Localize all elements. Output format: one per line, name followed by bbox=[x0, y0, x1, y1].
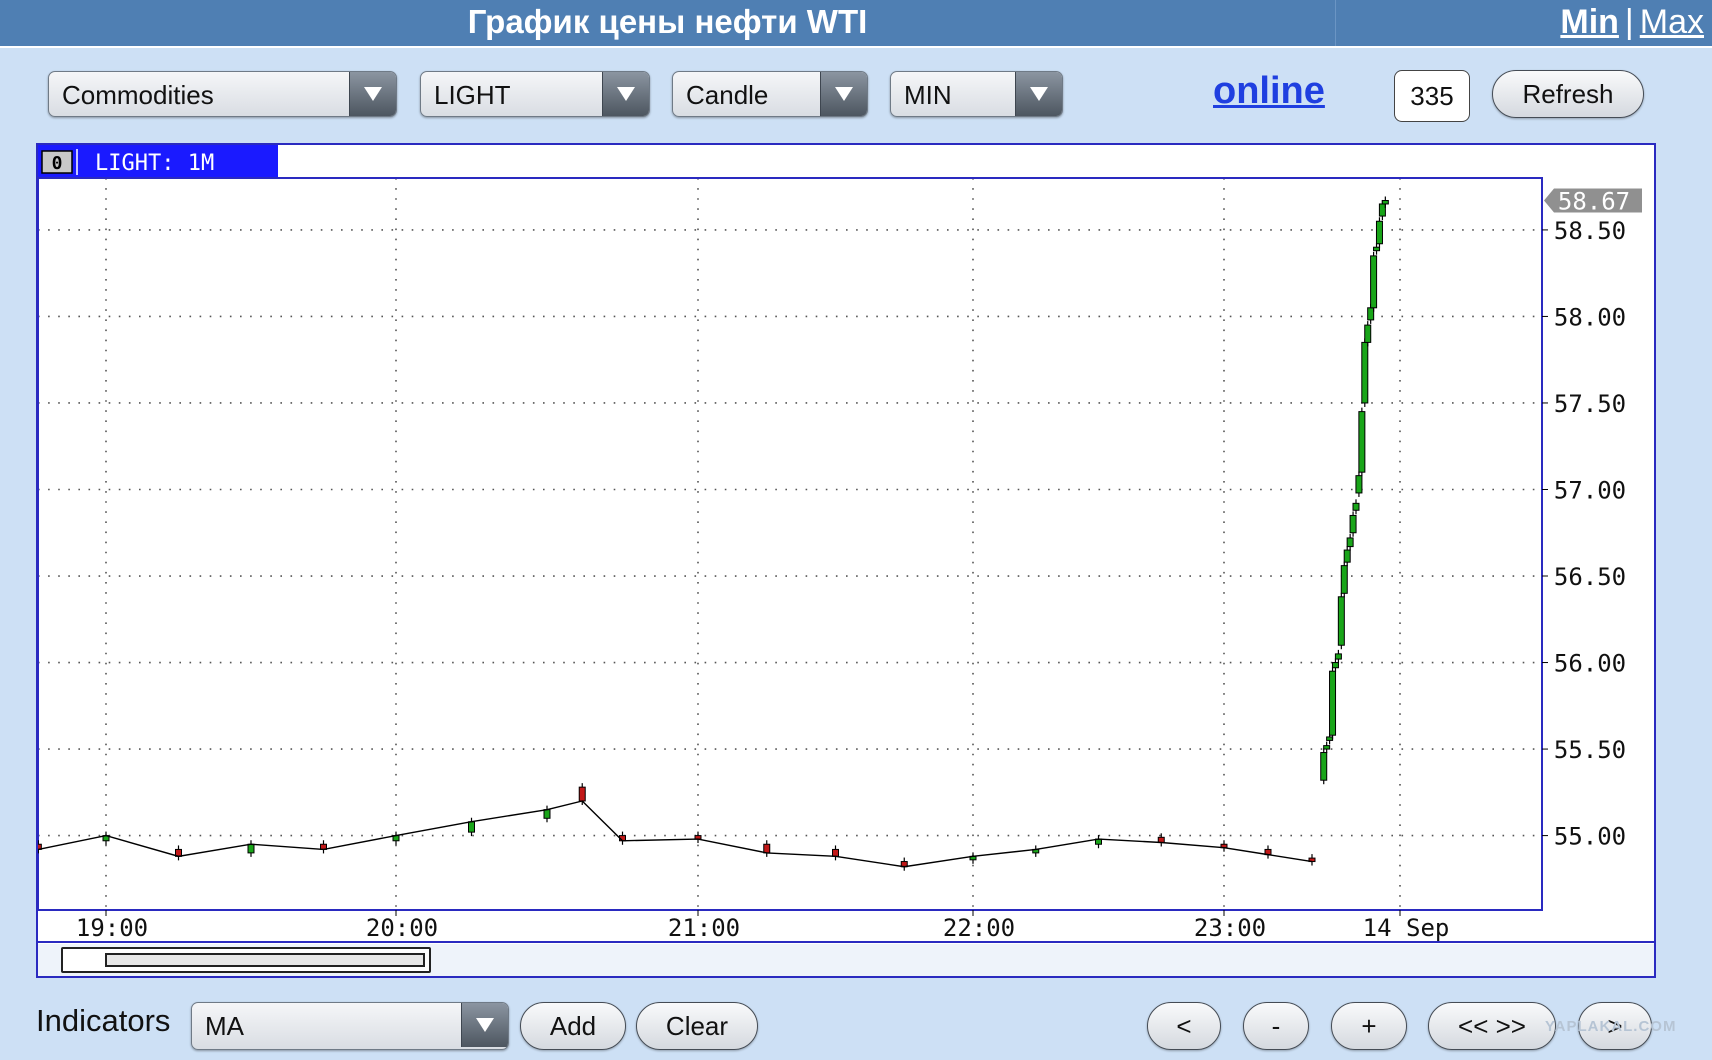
candle-body bbox=[1358, 411, 1366, 473]
x-tick-label: 14 Sep bbox=[1363, 914, 1450, 942]
interval-select[interactable]: MIN bbox=[890, 71, 1063, 117]
candle-body bbox=[1352, 502, 1360, 511]
x-tick-label: 22:00 bbox=[943, 914, 1015, 942]
plot-area-border bbox=[38, 177, 1543, 911]
x-tick-label: 20:00 bbox=[366, 914, 438, 942]
chart-header-icon-text: 0 bbox=[52, 153, 63, 174]
bar-count-input[interactable]: 335 bbox=[1394, 70, 1470, 122]
y-tick-label: 56.50 bbox=[1554, 563, 1626, 591]
jump-button[interactable]: << >> bbox=[1428, 1002, 1556, 1050]
candle-body bbox=[832, 848, 839, 857]
candle-body bbox=[1373, 246, 1381, 252]
page-title: График цены нефти WTI bbox=[467, 3, 868, 40]
min-link[interactable]: Min bbox=[1560, 3, 1619, 41]
y-tick-label: 58.50 bbox=[1554, 217, 1626, 245]
candle-body bbox=[578, 786, 586, 802]
symbol-select-value: LIGHT bbox=[434, 80, 511, 110]
chevron-down-icon[interactable] bbox=[1015, 72, 1062, 116]
candles bbox=[38, 196, 1389, 871]
y-tick-label: 56.00 bbox=[1554, 650, 1626, 678]
indicator-select-value: MA bbox=[205, 1011, 244, 1041]
candle-body bbox=[1337, 596, 1345, 646]
candle-body bbox=[1343, 549, 1351, 563]
title-divider bbox=[1335, 0, 1336, 46]
candle-body bbox=[1346, 537, 1354, 548]
candle-body bbox=[1381, 199, 1389, 205]
candle-body bbox=[247, 843, 255, 854]
candle-body bbox=[1331, 662, 1339, 669]
x-tick-label: 19:00 bbox=[76, 914, 148, 942]
y-tick-label: 55.50 bbox=[1554, 736, 1626, 764]
candle-body bbox=[1340, 565, 1348, 594]
candle-body bbox=[1334, 653, 1342, 660]
candle-body bbox=[1355, 475, 1363, 494]
chart-scrollbar[interactable] bbox=[61, 947, 431, 973]
chart-header: 0 LIGHT: 1M bbox=[38, 145, 1542, 179]
watermark: YAPLAKAL.COM bbox=[1545, 1018, 1677, 1035]
candle-body bbox=[1378, 203, 1386, 217]
zoom-in-button[interactable]: + bbox=[1331, 1002, 1407, 1050]
scroll-left-button[interactable]: < bbox=[1147, 1002, 1221, 1050]
last-price-label: 58.67 bbox=[1558, 187, 1630, 215]
y-tick-label: 57.50 bbox=[1554, 390, 1626, 418]
clear-indicators-button[interactable]: Clear bbox=[636, 1002, 758, 1050]
x-tick-label: 21:00 bbox=[668, 914, 740, 942]
candle-body bbox=[1375, 220, 1383, 245]
online-link[interactable]: online bbox=[1213, 70, 1325, 113]
y-tick-label: 57.00 bbox=[1554, 476, 1626, 504]
candle-body bbox=[1370, 255, 1378, 309]
candle-body bbox=[1320, 752, 1328, 781]
candle-body bbox=[763, 843, 771, 854]
chevron-down-icon[interactable] bbox=[349, 72, 396, 116]
price-trace bbox=[38, 800, 1313, 868]
candle-body bbox=[1326, 736, 1334, 741]
indicators-label: Indicators bbox=[36, 1003, 171, 1038]
chart-grid bbox=[38, 178, 1542, 910]
candle-body bbox=[1367, 307, 1375, 321]
indicator-select[interactable]: MA bbox=[191, 1002, 509, 1050]
market-select-value: Commodities bbox=[62, 80, 214, 110]
max-link[interactable]: Max bbox=[1640, 3, 1704, 41]
chart-header-label: LIGHT: 1M bbox=[95, 151, 214, 176]
market-select[interactable]: Commodities bbox=[48, 71, 397, 117]
add-indicator-button[interactable]: Add bbox=[520, 1002, 626, 1050]
candle-body bbox=[1349, 514, 1357, 534]
candle-body bbox=[1361, 341, 1369, 404]
chevron-down-icon[interactable] bbox=[461, 1003, 508, 1047]
y-tick-label: 55.00 bbox=[1554, 823, 1626, 851]
symbol-select[interactable]: LIGHT bbox=[420, 71, 650, 117]
candle-body bbox=[468, 821, 475, 833]
chart-type-select[interactable]: Candle bbox=[672, 71, 868, 117]
chart-type-select-value: Candle bbox=[686, 80, 769, 110]
candle-body bbox=[1364, 324, 1372, 343]
title-bar: График цены нефти WTI Min | Max bbox=[0, 0, 1712, 48]
chevron-down-icon[interactable] bbox=[602, 72, 649, 116]
candle-body bbox=[1329, 670, 1337, 736]
y-axis: 58.50 58.00 57.50 57.00 56.50 56.00 55.50 55.00… bbox=[1542, 187, 1642, 851]
min-max-separator: | bbox=[1624, 3, 1634, 41]
candle-body bbox=[1323, 745, 1331, 750]
y-tick-label: 58.00 bbox=[1554, 303, 1626, 331]
refresh-button[interactable]: Refresh bbox=[1492, 70, 1644, 118]
candle-body bbox=[543, 809, 551, 819]
x-tick-label: 23:00 bbox=[1194, 914, 1266, 942]
scrollbar-thumb[interactable] bbox=[105, 953, 425, 967]
interval-select-value: MIN bbox=[904, 80, 952, 110]
x-axis: 19:00 20:00 21:00 22:00 23:00 14 Sep bbox=[76, 910, 1449, 942]
window-size-links: Min | Max bbox=[1560, 0, 1704, 46]
chevron-down-icon[interactable] bbox=[820, 72, 867, 116]
price-chart: 0 LIGHT: 1M 58.50 58.00 57.50 57.00 56.50 56.… bbox=[36, 143, 1656, 978]
candlestick-chart-svg: 0 LIGHT: 1M 58.50 58.00 57.50 57.00 56.50 56.… bbox=[38, 145, 1654, 976]
zoom-out-button[interactable]: - bbox=[1243, 1002, 1309, 1050]
